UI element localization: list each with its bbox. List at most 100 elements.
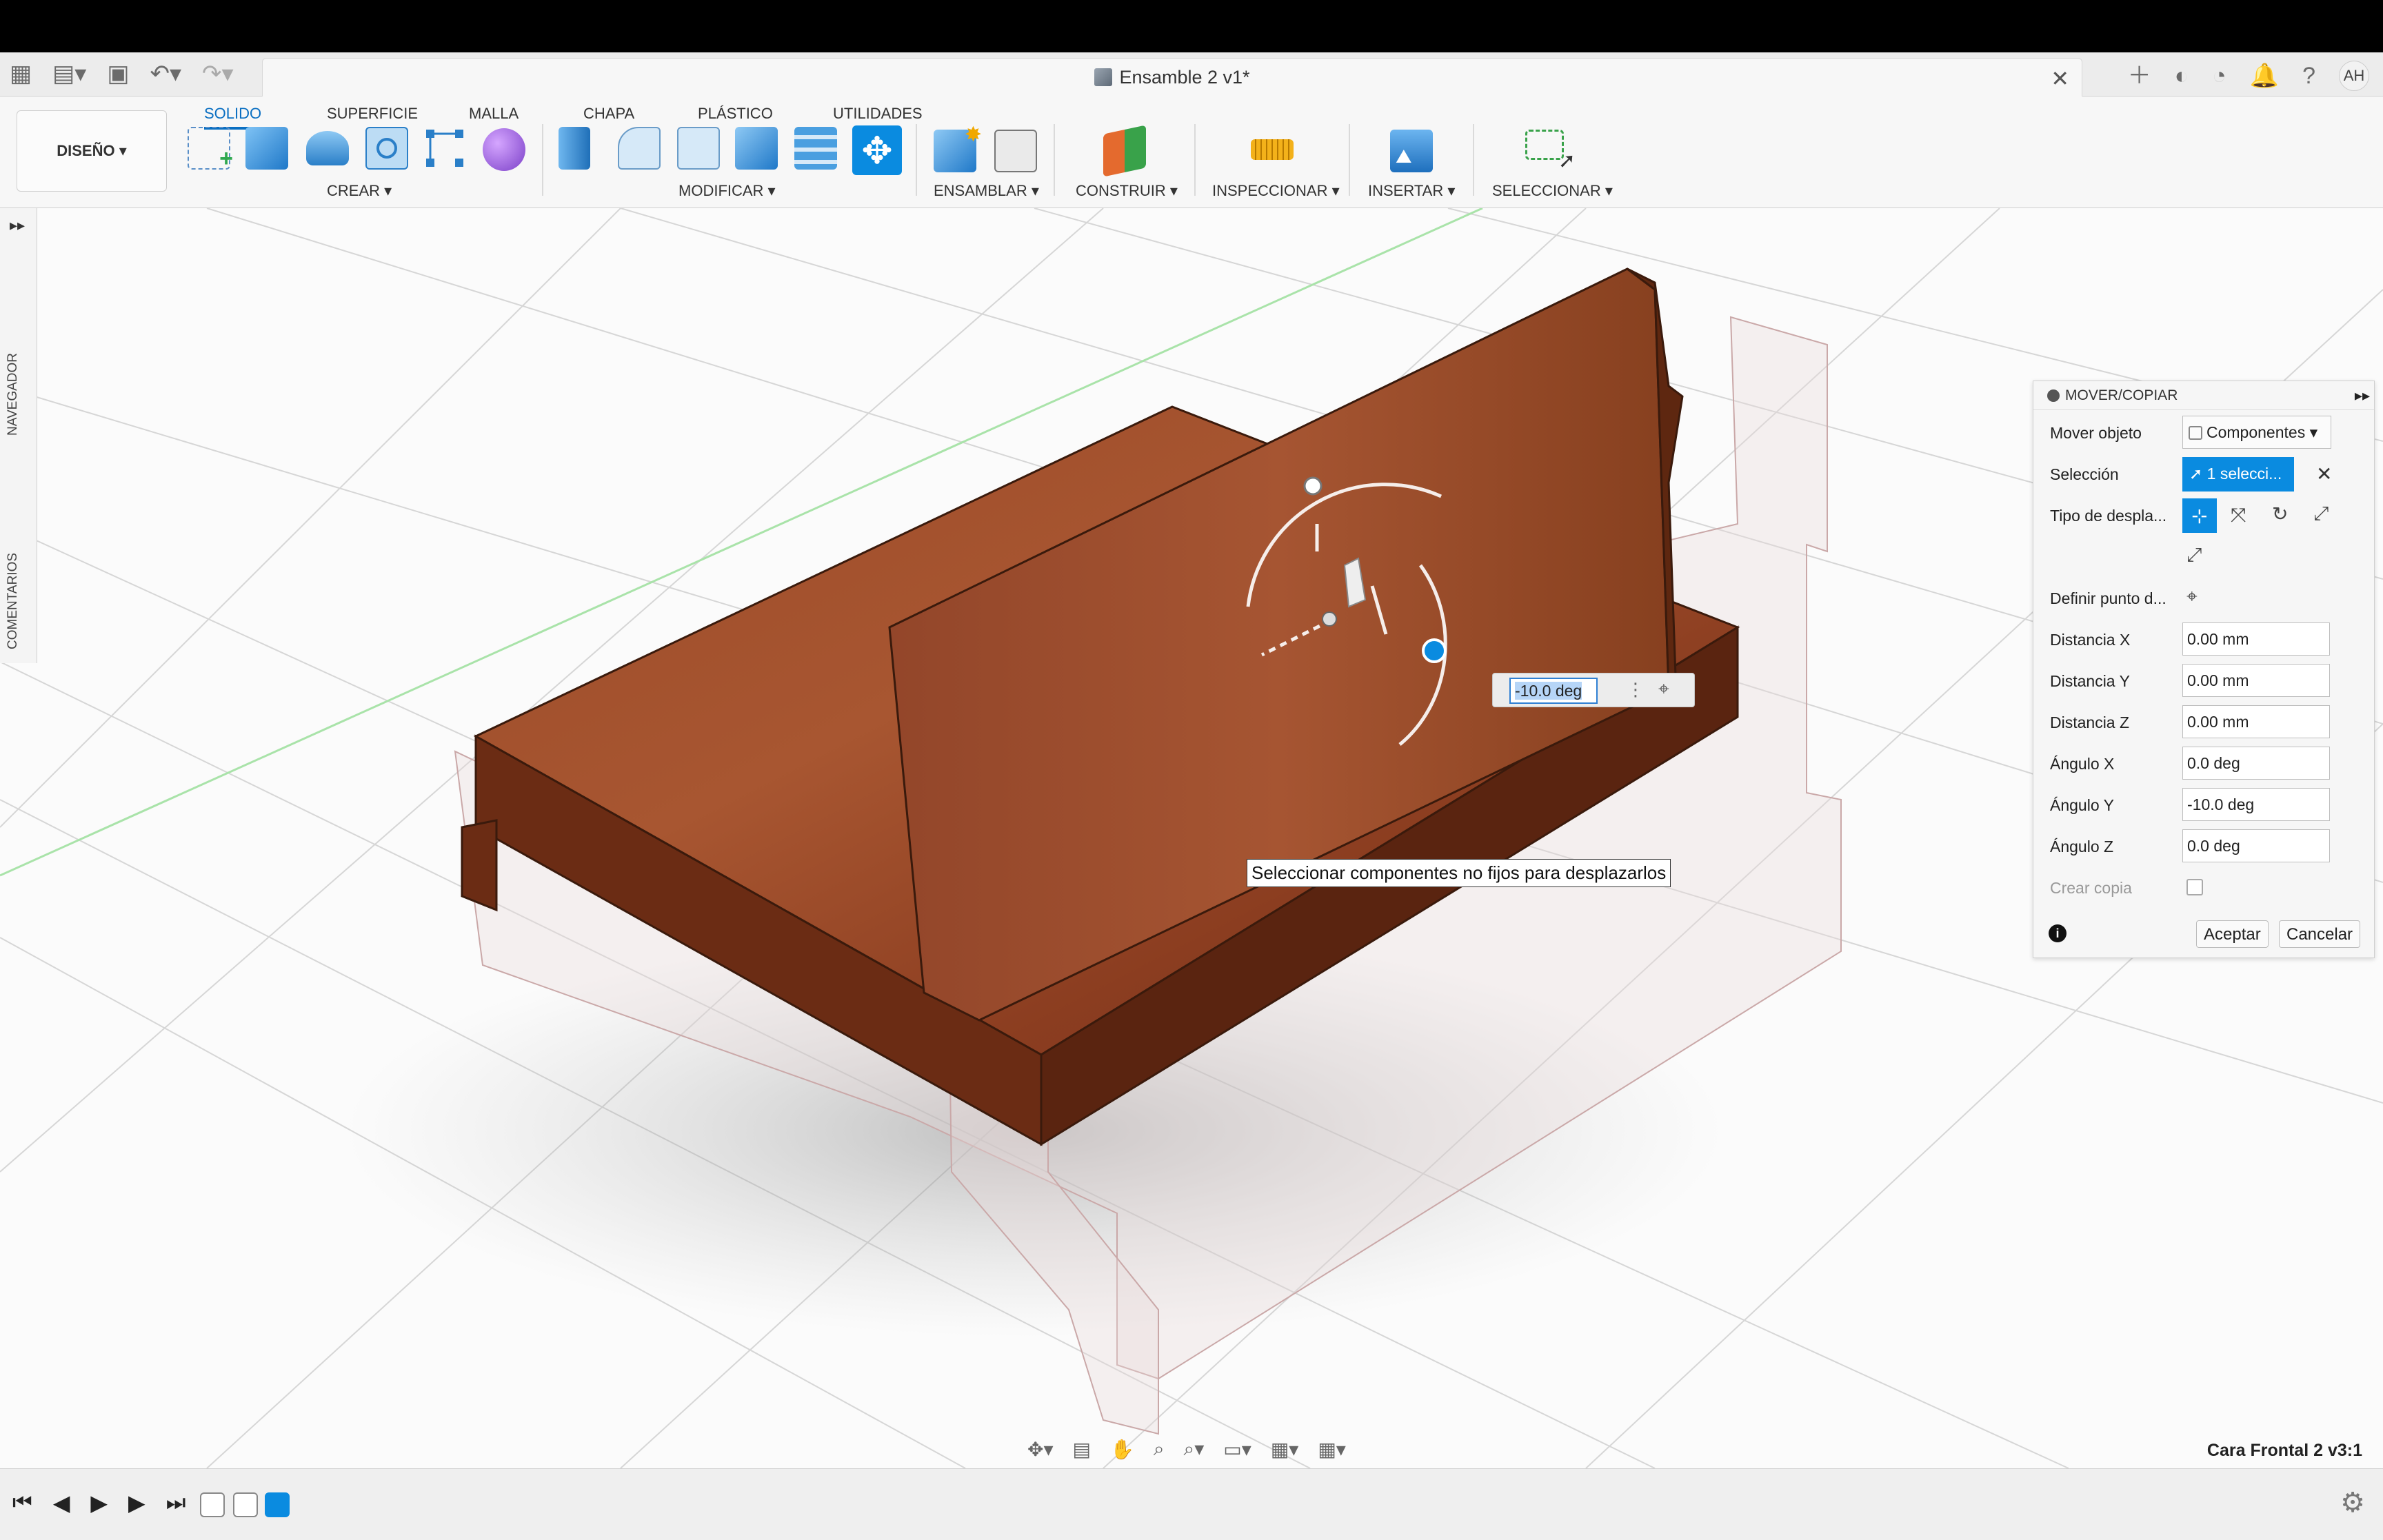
press-pull-icon[interactable] — [559, 127, 590, 170]
document-tab[interactable]: Ensamble 2 v1* ✕ — [262, 58, 2082, 97]
user-avatar[interactable]: AH — [2339, 61, 2369, 91]
measure-icon[interactable] — [1251, 139, 1294, 160]
timeline-feature[interactable] — [233, 1492, 258, 1517]
tab-solido[interactable]: SOLIDO — [204, 101, 262, 130]
help-icon[interactable]: ? — [2302, 64, 2315, 88]
joint-icon[interactable] — [994, 130, 1037, 172]
orbit-icon[interactable]: ✥▾ — [1027, 1438, 1054, 1461]
close-tab-icon[interactable]: ✕ — [2051, 65, 2069, 92]
clear-selection-icon[interactable]: ✕ — [2316, 463, 2332, 485]
expand-dialog-icon[interactable]: ▸▸ — [2355, 387, 2370, 405]
translate-icon[interactable]: ⤧ — [2231, 504, 2246, 527]
tab-chapa[interactable]: CHAPA — [583, 101, 634, 127]
extensions-icon[interactable]: ◐ — [2175, 64, 2189, 88]
point-to-point-icon[interactable]: ⤢ — [2313, 503, 2329, 525]
step-back-icon[interactable]: ◀ — [53, 1490, 70, 1516]
new-component-icon[interactable]: ✸ — [934, 123, 982, 172]
cancelar-button[interactable]: Cancelar — [2279, 920, 2361, 948]
expand-panel-icon[interactable]: ▸▸ — [10, 216, 25, 234]
distancia-z-field[interactable]: 0.00 mm — [2182, 705, 2330, 738]
group-ensamblar[interactable]: ENSAMBLAR ▾ — [934, 182, 1039, 200]
tab-utilidades[interactable]: UTILIDADES — [833, 101, 923, 127]
collapse-dialog-icon[interactable] — [2047, 389, 2060, 402]
revolve-icon[interactable] — [306, 131, 349, 165]
distancia-x-field[interactable]: 0.00 mm — [2182, 622, 2330, 656]
shell-icon[interactable] — [735, 127, 778, 170]
document-cube-icon — [1094, 68, 1113, 86]
offset-plane-icon[interactable] — [1103, 125, 1146, 177]
rotate-handle-top[interactable] — [1303, 476, 1323, 496]
more-options-icon[interactable]: ⋮ — [1627, 679, 1645, 700]
angulo-x-field[interactable]: 0.0 deg — [2182, 747, 2330, 780]
job-status-icon[interactable]: ◔ — [2212, 64, 2226, 88]
look-at-icon[interactable]: ▤ — [1073, 1438, 1091, 1461]
crear-copia-checkbox[interactable] — [2186, 879, 2203, 895]
file-icon[interactable]: ▤▾ — [52, 62, 86, 85]
grid-settings-icon[interactable]: ▦▾ — [1271, 1438, 1299, 1461]
distancia-y-label: Distancia Y — [2050, 672, 2130, 690]
zoom-icon[interactable]: ⌕ — [1154, 1438, 1165, 1461]
create-sketch-icon[interactable]: + — [188, 127, 233, 172]
go-to-end-icon[interactable]: ⏭ — [166, 1490, 186, 1516]
seat-tab — [461, 819, 498, 912]
notifications-icon[interactable]: 🔔 — [2250, 64, 2279, 88]
navigator-tab[interactable]: NAVEGADOR — [6, 353, 21, 436]
component-status: Cara Frontal 2 v3:1 — [2206, 1441, 2362, 1460]
create-form-icon[interactable] — [483, 128, 525, 171]
group-seleccionar[interactable]: SELECCIONAR ▾ — [1492, 182, 1613, 200]
timeline-feature[interactable] — [200, 1492, 225, 1517]
3d-viewport[interactable]: Z X — [0, 208, 2383, 1468]
extrude-icon[interactable] — [245, 127, 288, 170]
app-grid-icon[interactable]: ▦ — [10, 62, 32, 85]
step-forward-icon[interactable]: ▶ — [128, 1490, 145, 1516]
move-copy-icon[interactable]: ✥ — [852, 125, 902, 175]
tab-superficie[interactable]: SUPERFICIE — [327, 101, 418, 127]
comments-tab[interactable]: COMENTARIOS — [6, 553, 21, 649]
viewport-scene[interactable] — [0, 208, 2383, 1468]
new-tab-icon[interactable]: ＋ — [2128, 64, 2151, 88]
insert-canvas-icon[interactable]: ⛰ — [1390, 130, 1433, 172]
timeline-settings-icon[interactable]: ⚙ — [2340, 1487, 2365, 1519]
combine-icon[interactable] — [794, 127, 837, 170]
display-settings-icon[interactable]: ▭▾ — [1223, 1438, 1251, 1461]
group-modificar[interactable]: MODIFICAR ▾ — [678, 182, 776, 200]
angulo-z-field[interactable]: 0.0 deg — [2182, 829, 2330, 862]
fit-icon[interactable]: ⌕▾ — [1184, 1437, 1205, 1461]
group-crear[interactable]: CREAR ▾ — [327, 182, 392, 200]
selection-button[interactable]: ➚ 1 selecci... — [2182, 457, 2294, 492]
pan-icon[interactable]: ✋ — [1110, 1438, 1134, 1461]
play-icon[interactable]: ▶ — [90, 1490, 108, 1516]
manipulator-origin[interactable] — [1322, 611, 1337, 627]
chamfer-icon[interactable] — [677, 127, 720, 170]
aceptar-button[interactable]: Aceptar — [2196, 920, 2269, 948]
undo-icon[interactable]: ↶▾ — [150, 62, 181, 85]
definir-label: Definir punto d... — [2050, 589, 2166, 607]
hole-icon[interactable] — [365, 127, 408, 170]
tab-malla[interactable]: MALLA — [469, 101, 519, 127]
go-to-start-icon[interactable]: ⏮ — [12, 1490, 32, 1516]
info-icon[interactable]: i — [2049, 924, 2067, 942]
distancia-y-field[interactable]: 0.00 mm — [2182, 664, 2330, 697]
group-inspeccionar[interactable]: INSPECCIONAR ▾ — [1212, 182, 1340, 200]
distancia-x-label: Distancia X — [2050, 631, 2131, 649]
inline-angle-input[interactable]: -10.0 deg — [1509, 678, 1598, 704]
group-construir[interactable]: CONSTRUIR ▾ — [1076, 182, 1178, 200]
tab-plastico[interactable]: PLÁSTICO — [698, 101, 773, 127]
angulo-y-field[interactable]: -10.0 deg — [2182, 788, 2330, 821]
rotate-handle-y[interactable] — [1422, 638, 1447, 663]
set-pivot-icon[interactable]: ⌖ — [1658, 678, 1669, 700]
redo-icon[interactable]: ↷▾ — [202, 62, 234, 85]
window-select-icon[interactable]: ➚ — [1525, 130, 1576, 172]
workspace-dropdown[interactable]: DISEÑO ▾ — [17, 110, 167, 192]
rotate-icon[interactable]: ↻ — [2272, 503, 2288, 525]
fillet-icon[interactable] — [618, 127, 661, 170]
group-insertar[interactable]: INSERTAR ▾ — [1368, 182, 1455, 200]
define-pivot-icon[interactable]: ⌖ — [2186, 585, 2198, 608]
save-icon[interactable]: ▣ — [107, 62, 129, 85]
viewports-icon[interactable]: ▦▾ — [1318, 1438, 1346, 1461]
free-move-icon[interactable]: ⊹ — [2182, 498, 2217, 533]
timeline-feature-active[interactable] — [265, 1492, 290, 1517]
pattern-icon[interactable] — [423, 127, 466, 170]
point-to-position-icon[interactable]: ⤢ — [2186, 544, 2202, 567]
mover-objeto-select[interactable]: Componentes ▾ — [2182, 416, 2331, 449]
